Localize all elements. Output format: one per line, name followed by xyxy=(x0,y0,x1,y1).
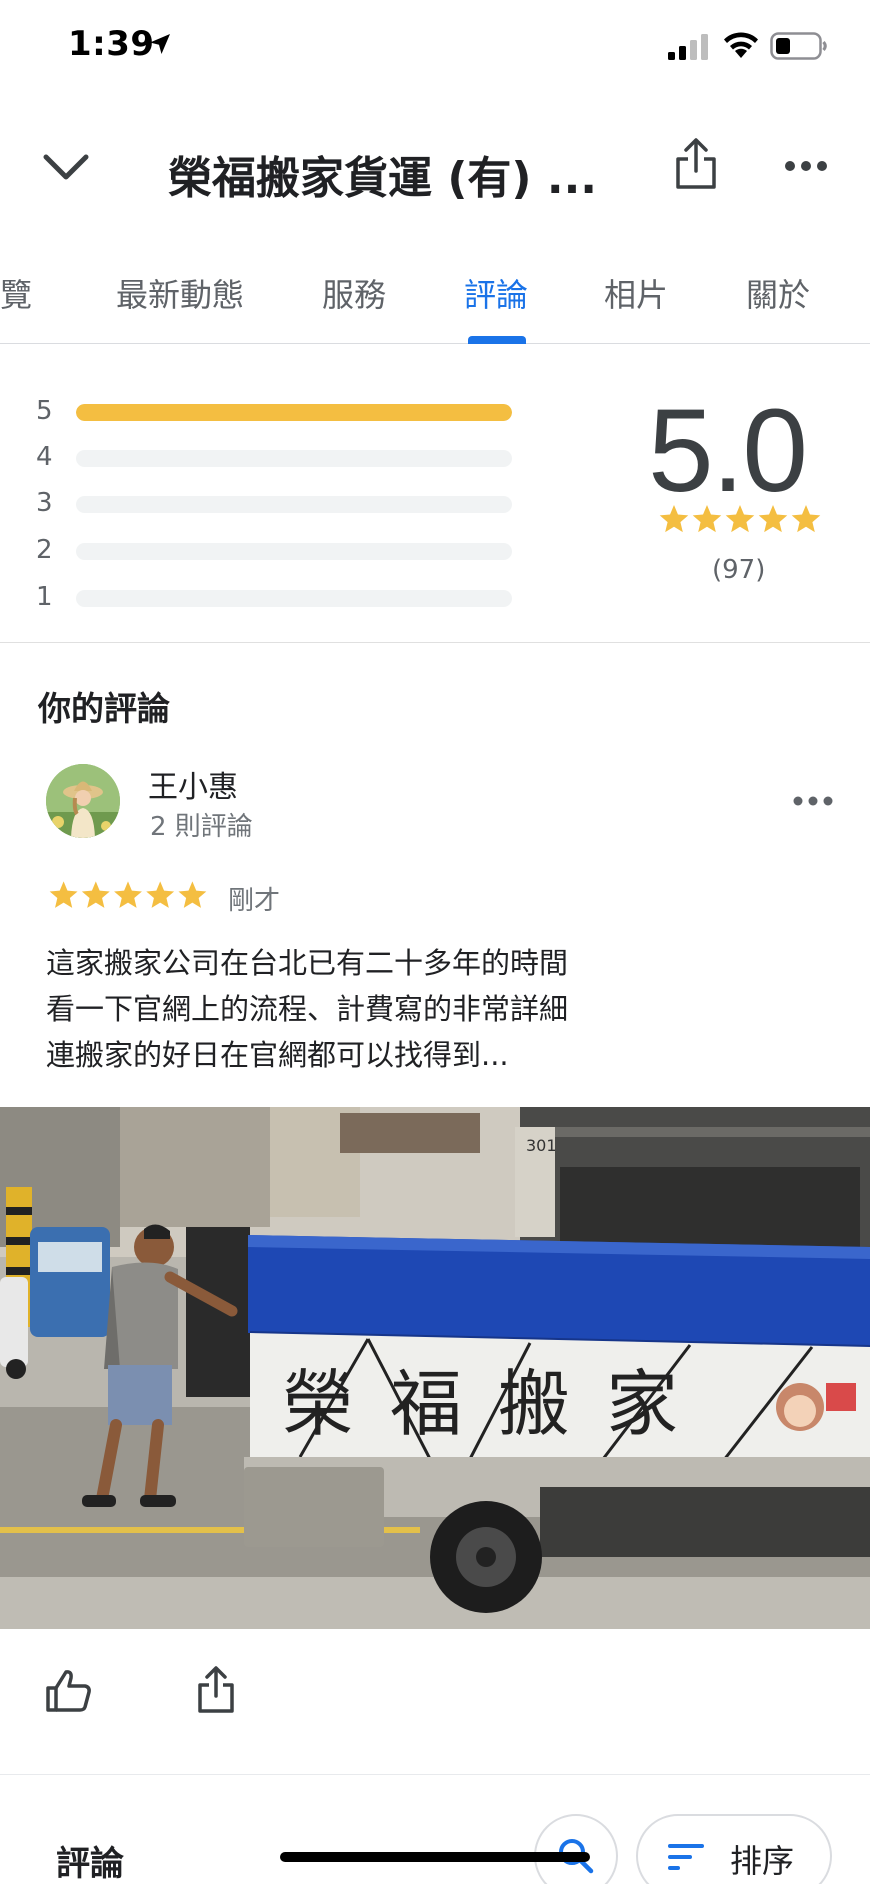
wifi-icon xyxy=(724,32,758,58)
tab-services[interactable]: 服務 xyxy=(322,270,386,316)
more-horizontal-icon xyxy=(793,796,833,806)
star-icon xyxy=(49,881,78,908)
rating-bar-track xyxy=(76,404,512,421)
review-options-button[interactable] xyxy=(788,786,838,816)
share-review-button[interactable] xyxy=(196,1666,246,1716)
tab-updates[interactable]: 最新動態 xyxy=(116,270,244,316)
review-text[interactable]: 這家搬家公司在台北已有二十多年的時間 看一下官網上的流程、計費寫的非常詳細 連搬… xyxy=(46,940,806,1078)
rating-bar-label: 1 xyxy=(36,582,53,612)
sort-button[interactable]: 排序 xyxy=(636,1814,832,1884)
sort-icon xyxy=(668,1844,704,1870)
star-icon xyxy=(178,881,207,908)
star-icon xyxy=(791,505,821,533)
tab-overview[interactable]: 總覽 xyxy=(0,270,32,316)
reviews-section-title: 評論 xyxy=(56,1844,124,1884)
rating-bar-label: 4 xyxy=(36,442,53,472)
section-divider xyxy=(0,1774,870,1775)
share-icon xyxy=(676,138,716,189)
review-photo[interactable]: 301 榮福搬家 xyxy=(0,1107,870,1629)
rating-bar-row: 4 xyxy=(36,442,516,472)
place-tabs: 總覽 最新動態 服務 評論 相片 關於 xyxy=(0,258,870,344)
rating-bar-track xyxy=(76,450,512,467)
search-reviews-button[interactable] xyxy=(534,1814,618,1884)
reviewer-review-count: 2 則評論 xyxy=(150,812,253,842)
battery-icon xyxy=(770,32,827,60)
reviewer-name[interactable]: 王小惠 xyxy=(148,762,238,806)
building-sign-number: 301 xyxy=(526,1136,557,1155)
rating-bar-row: 2 xyxy=(36,535,516,565)
place-header: 榮福搬家貨運 (有) ... xyxy=(0,110,870,220)
star-icon xyxy=(692,505,722,533)
rating-bar-track xyxy=(76,496,512,513)
active-tab-indicator xyxy=(468,336,526,344)
rating-bar-row: 1 xyxy=(36,582,516,612)
more-horizontal-icon xyxy=(785,161,827,171)
share-button[interactable] xyxy=(666,134,726,194)
rating-bar-track xyxy=(76,543,512,560)
review-time: 剛才 xyxy=(228,886,281,916)
back-button[interactable] xyxy=(36,138,96,198)
rating-bar-row: 5 xyxy=(36,396,516,426)
average-stars xyxy=(659,505,821,533)
tab-about[interactable]: 關於 xyxy=(746,270,810,316)
rating-bar-track xyxy=(76,590,512,607)
status-time: 1:39 xyxy=(68,24,155,64)
share-icon xyxy=(198,1666,234,1713)
tab-reviews[interactable]: 評論 xyxy=(464,270,528,316)
star-icon xyxy=(659,505,689,533)
rating-bar-row: 3 xyxy=(36,488,516,518)
reviewer-avatar-image xyxy=(46,764,120,838)
review-count[interactable]: (97) xyxy=(712,555,765,585)
sort-label: 排序 xyxy=(730,1842,795,1880)
location-arrow-icon xyxy=(150,34,170,54)
chevron-down-icon xyxy=(43,154,89,180)
review-text-line: 連搬家的好日在官網都可以找得到... xyxy=(46,1038,509,1072)
avatar[interactable] xyxy=(46,764,120,838)
rating-bar-label: 3 xyxy=(36,488,53,518)
rating-bar-label: 5 xyxy=(36,396,53,426)
rating-bar-fill xyxy=(76,404,512,421)
rating-summary: 5 4 3 2 1 5.0 (97) xyxy=(0,345,870,643)
review-text-line: 看一下官網上的流程、計費寫的非常詳細 xyxy=(46,992,569,1026)
tab-photos[interactable]: 相片 xyxy=(604,270,668,316)
moving-truck-photo: 301 榮福搬家 xyxy=(0,1107,870,1629)
star-icon xyxy=(81,881,110,908)
more-options-button[interactable] xyxy=(776,136,836,196)
status-bar: 1:39 xyxy=(0,0,870,92)
star-icon xyxy=(146,881,175,908)
star-icon xyxy=(114,881,142,908)
average-rating: 5.0 xyxy=(648,385,808,517)
review-text-line: 這家搬家公司在台北已有二十多年的時間 xyxy=(46,946,569,980)
star-icon xyxy=(758,505,788,533)
your-review-heading: 你的評論 xyxy=(38,689,170,728)
review-stars xyxy=(49,881,207,908)
cellular-signal-icon xyxy=(668,34,708,60)
like-button[interactable] xyxy=(44,1666,94,1716)
thumbs-up-icon xyxy=(46,1670,91,1712)
rating-bar-label: 2 xyxy=(36,535,53,565)
home-indicator[interactable] xyxy=(280,1852,590,1862)
place-title: 榮福搬家貨運 (有) ... xyxy=(168,153,597,204)
star-icon xyxy=(725,505,755,533)
